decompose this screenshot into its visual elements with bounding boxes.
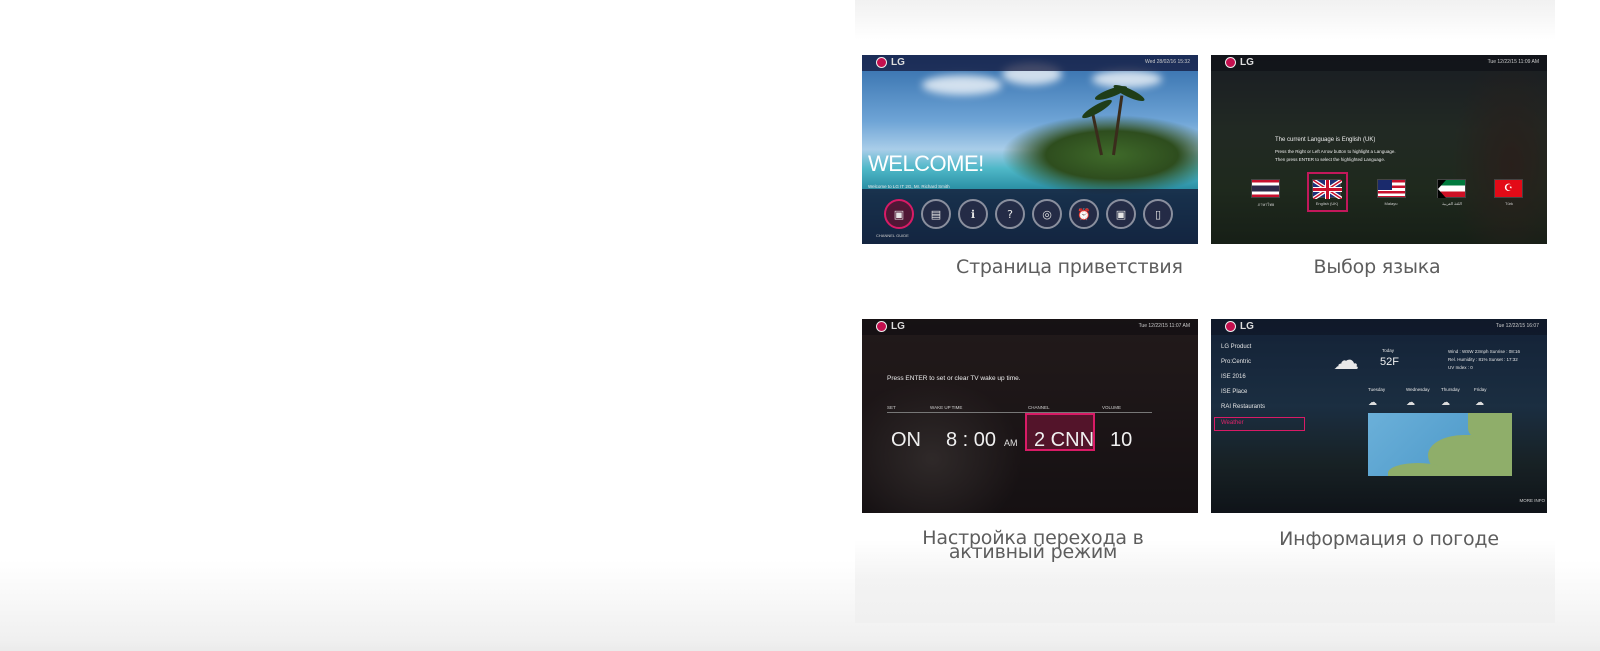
tv-settings-button[interactable]: ▣: [1106, 199, 1136, 229]
forecast-day-1: Tuesday: [1368, 387, 1386, 392]
welcome-title: WELCOME!: [868, 151, 984, 176]
lg-logo-icon: [1225, 321, 1236, 332]
tv-icon: ▣: [893, 207, 905, 221]
flag-label-uk: English (UK): [1315, 201, 1339, 206]
lg-logo-text: LG: [891, 321, 905, 332]
uv-info: UV Index : 0: [1448, 365, 1473, 370]
weather-map[interactable]: [1368, 413, 1512, 476]
cloudy-night-icon: ☁: [1333, 346, 1359, 376]
globe-button[interactable]: ◎: [1032, 199, 1062, 229]
flag-malaysia[interactable]: [1377, 179, 1406, 198]
ampm-value[interactable]: AM: [1004, 438, 1018, 448]
today-label: Today: [1382, 348, 1395, 353]
flag-thailand[interactable]: [1251, 179, 1280, 198]
cloud: [922, 75, 1002, 95]
lg-logo-icon: [876, 321, 887, 332]
forecast-day-4: Friday: [1474, 387, 1487, 392]
info-button[interactable]: ℹ: [958, 199, 988, 229]
menu-item-procentric[interactable]: Pro:Centric: [1221, 359, 1251, 365]
flag-turkey[interactable]: ☪: [1494, 179, 1523, 198]
flag-label-thailand: ภาษาไทย: [1257, 202, 1275, 207]
flag-label-malaysia: Malayu: [1384, 201, 1398, 206]
datetime: Tue 12/22/15 16:07: [1495, 323, 1539, 329]
info-icon: ℹ: [970, 207, 976, 221]
datetime: Tue 12/22/15 11:09 AM: [1487, 59, 1539, 65]
forecast-cloud-icon: ☁: [1441, 398, 1450, 408]
guide-icon: ▤: [930, 207, 942, 221]
wakeup-prompt: Press ENTER to set or clear TV wake up t…: [887, 375, 1021, 382]
lg-logo: LG: [1225, 321, 1254, 332]
lg-logo-text: LG: [891, 57, 905, 68]
weather-screenshot: LG Tue 12/22/15 16:07 LG Product Pro:Cen…: [1211, 319, 1547, 513]
forecast-cloud-icon: ☁: [1475, 398, 1484, 408]
flag-uk[interactable]: [1311, 178, 1344, 201]
forecast-cloud-icon: ☁: [1406, 398, 1415, 408]
lg-logo-text: LG: [1240, 57, 1254, 68]
menu-item-lg-product[interactable]: LG Product: [1221, 344, 1251, 350]
caption-weather: Информация о погоде: [1279, 528, 1499, 550]
welcome-screenshot: LG Wed 28/02/16 15:32 WELCOME! Welcome t…: [862, 55, 1198, 244]
lg-logo-icon: [876, 57, 887, 68]
menu-item-rai-restaurants[interactable]: RAI Restaurants: [1221, 404, 1265, 410]
humidity-info: Rel. Humidity : 81% Sunset : 17:32: [1448, 357, 1518, 362]
kuwait-trapezoid: [1438, 180, 1446, 198]
instruction-line-1: Press the Right or Left Arrow button to …: [1275, 149, 1396, 154]
flag-label-turkey: Türk: [1505, 201, 1513, 206]
guide-button[interactable]: ▤: [921, 199, 951, 229]
set-value[interactable]: ON: [891, 429, 921, 452]
malaysia-canton: [1378, 180, 1392, 190]
header-channel: CHANNEL: [1028, 405, 1050, 410]
crescent-star-icon: ☪: [1504, 183, 1513, 194]
lg-logo: LG: [876, 321, 905, 332]
caption-wakeup-line2: активный режим: [948, 541, 1118, 563]
header-wake-up-time: WAKE UP TIME: [930, 405, 963, 410]
cloud: [1092, 70, 1162, 88]
header-volume: VOLUME: [1102, 405, 1122, 410]
header-divider: [887, 412, 1152, 413]
remote-icon: ▯: [1154, 207, 1162, 221]
tv-settings-icon: ▣: [1115, 207, 1127, 221]
globe-icon: ◎: [1042, 207, 1052, 221]
more-info-link[interactable]: MORE INFO: [1520, 498, 1546, 503]
lg-logo: LG: [876, 57, 905, 68]
help-icon: ?: [1007, 207, 1013, 221]
welcome-subtitle: Welcome to LG IT 2G, Mr. Richard Smith: [868, 184, 950, 189]
menu-item-ise-2016[interactable]: ISE 2016: [1221, 374, 1246, 380]
forecast-day-2: Wednesday: [1406, 387, 1430, 392]
map-land: [1388, 463, 1448, 476]
channel-value[interactable]: 2 CNN: [1034, 429, 1094, 452]
wake-time-value[interactable]: 8 : 00: [946, 429, 996, 452]
language-screenshot: LG Tue 12/22/15 11:09 AM The current Lan…: [1211, 55, 1547, 244]
datetime: Tue 12/22/15 11:07 AM: [1138, 323, 1190, 329]
lg-logo: LG: [1225, 57, 1254, 68]
remote-button[interactable]: ▯: [1143, 199, 1173, 229]
alarm-icon: ⏰: [1077, 207, 1091, 221]
wakeup-screenshot: LG Tue 12/22/15 11:07 AM Press ENTER to …: [862, 319, 1198, 513]
forecast-cloud-icon: ☁: [1368, 398, 1377, 408]
forecast-day-3: Thursday: [1441, 387, 1460, 392]
flag-label-kuwait: اللغة العربية: [1442, 201, 1462, 206]
lg-logo-icon: [1225, 57, 1236, 68]
menu-item-ise-place[interactable]: ISE Place: [1221, 389, 1247, 395]
help-button[interactable]: ?: [995, 199, 1025, 229]
header-set: SET: [887, 405, 896, 410]
feature-panel: LG Wed 28/02/16 15:32 WELCOME! Welcome t…: [855, 0, 1555, 623]
map-land: [1468, 413, 1512, 443]
menu-item-weather[interactable]: Weather: [1221, 420, 1244, 426]
temperature: 52F: [1380, 356, 1399, 368]
uk-flag-icon: [1311, 178, 1344, 201]
alarm-button[interactable]: ⏰: [1069, 199, 1099, 229]
instruction-line-2: Then press ENTER to select the highlight…: [1275, 157, 1386, 162]
caption-language: Выбор языка: [1313, 256, 1441, 278]
channel-guide-label: CHANNEL GUIDE: [876, 233, 909, 238]
current-language-text: The current Language is English (UK): [1275, 137, 1376, 143]
wind-info: Wind : WSW 23mph Sunrise : 08:16: [1448, 349, 1521, 354]
flag-kuwait[interactable]: [1437, 179, 1466, 198]
channel-guide-button[interactable]: ▣: [884, 199, 914, 229]
lg-logo-text: LG: [1240, 321, 1254, 332]
datetime: Wed 28/02/16 15:32: [1145, 59, 1190, 65]
volume-value[interactable]: 10: [1110, 429, 1132, 452]
